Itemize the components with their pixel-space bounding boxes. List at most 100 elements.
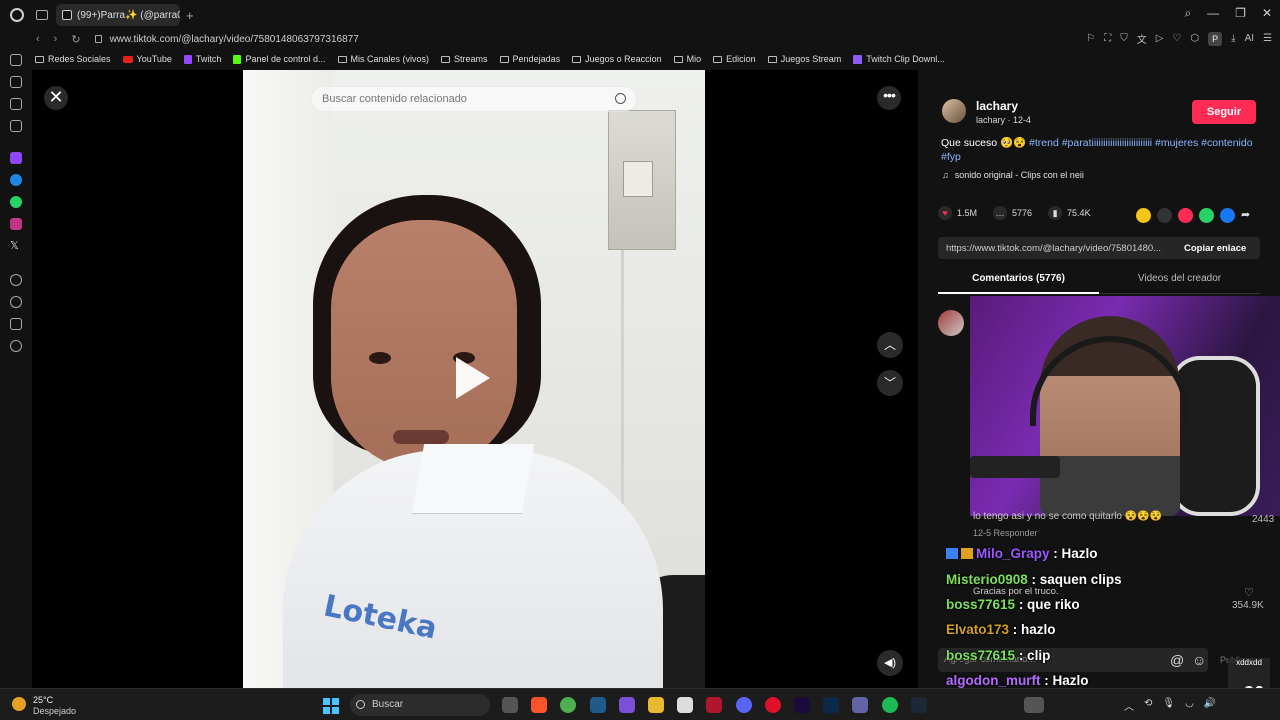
tab-creator-videos[interactable]: Videos del creador [1099, 268, 1260, 294]
new-tab-button[interactable]: + [186, 8, 194, 23]
wifi-icon[interactable]: ◡ [1185, 698, 1194, 713]
gx-control-icon[interactable] [10, 98, 22, 110]
bookmark-item[interactable]: Juegos o Reaccion [572, 54, 662, 64]
weather-temp[interactable]: 25°C [33, 695, 53, 705]
medal-icon[interactable] [706, 697, 722, 713]
opera-gx-icon[interactable] [765, 697, 781, 713]
premiere-icon[interactable] [794, 697, 810, 713]
profile-avatar[interactable]: P [1208, 31, 1223, 46]
close-window-button[interactable]: ✕ [1262, 6, 1272, 21]
file-explorer-icon[interactable] [648, 697, 664, 713]
bookmark-item[interactable]: Pendejadas [499, 54, 560, 64]
creator-avatar[interactable] [942, 99, 966, 123]
gx-corner-icon[interactable] [10, 120, 22, 132]
instagram-icon[interactable] [10, 218, 22, 230]
bookmark-item[interactable]: YouTube [122, 54, 172, 64]
snapshot-icon[interactable]: ⛶ [1104, 33, 1111, 44]
maximize-button[interactable]: ❐ [1235, 6, 1246, 21]
send-icon[interactable] [1178, 208, 1193, 223]
commenter-avatar[interactable] [938, 310, 964, 336]
save-stat[interactable]: ▮ 75.4K [1048, 206, 1091, 220]
chrome-icon[interactable] [560, 697, 576, 713]
copy-link-button[interactable]: Copiar enlace [1184, 243, 1246, 254]
history-icon[interactable] [10, 296, 22, 308]
bookmark-item[interactable]: Mis Canales (vivos) [337, 54, 429, 64]
player-icon[interactable]: ▷ [1156, 33, 1164, 44]
network-icon[interactable]: ⟲ [1144, 698, 1152, 713]
twitch-sidebar-icon[interactable] [10, 152, 22, 164]
bookmark-item[interactable]: Juegos Stream [767, 54, 841, 64]
settings-icon[interactable] [10, 340, 22, 352]
shield-icon[interactable]: ⛉ [1120, 33, 1128, 44]
start-button[interactable] [323, 698, 339, 714]
search-tabs-icon[interactable]: ⌕ [1184, 6, 1191, 21]
extensions-sidebar-icon[interactable] [10, 318, 22, 330]
bookmark-item[interactable]: Streams [441, 54, 488, 64]
minimize-button[interactable]: — [1207, 6, 1219, 21]
sound-link[interactable]: ♫ sonido original - Clips con el neii [942, 170, 1084, 180]
spotify-icon[interactable] [882, 697, 898, 713]
close-video-button[interactable]: ✕ [44, 86, 68, 110]
copilot-icon[interactable] [619, 697, 635, 713]
bookmark-item[interactable]: Mio [673, 54, 701, 64]
creator-username[interactable]: lachary [976, 99, 1018, 113]
opera-logo-icon[interactable] [10, 8, 24, 22]
steam-icon[interactable] [911, 697, 927, 713]
forward-button[interactable]: › [54, 33, 58, 46]
whatsapp-icon[interactable] [10, 196, 22, 208]
facebook-share-icon[interactable] [1220, 208, 1235, 223]
share-arrow-icon[interactable]: ➦ [1241, 208, 1256, 223]
tray-arrow-icon[interactable]: ︿ [1124, 698, 1134, 713]
share-emoji-icon[interactable] [1136, 208, 1151, 223]
comment-meta[interactable]: 12-5 Responder [973, 528, 1038, 538]
task-view-icon[interactable] [502, 697, 518, 713]
mic-icon[interactable]: 🎙 [1162, 698, 1175, 713]
messenger-icon[interactable] [10, 174, 22, 186]
aria-icon[interactable] [10, 54, 22, 66]
translate-icon[interactable]: 文 [1137, 31, 1147, 46]
vegas-icon[interactable] [590, 697, 606, 713]
tab-tiktok[interactable]: (99+)Parra✨ (@parra0f [56, 4, 180, 26]
comment-stat[interactable]: … 5776 [993, 206, 1032, 220]
discord-icon[interactable] [736, 697, 752, 713]
store-icon[interactable] [677, 697, 693, 713]
app-thumbnail-icon[interactable] [1024, 697, 1044, 713]
player-sidebar-icon[interactable] [10, 274, 22, 286]
volume-button[interactable]: ◀) [877, 650, 903, 676]
video-player[interactable]: Loteka Buscar contenido relacionado [243, 70, 705, 688]
like-stat[interactable]: ♥ 1.5M [938, 206, 977, 220]
more-options-button[interactable]: ••• [877, 86, 901, 110]
bookmark-item[interactable]: Edicion [713, 54, 756, 64]
lock-icon[interactable] [94, 35, 102, 43]
whatsapp-share-icon[interactable] [1199, 208, 1214, 223]
play-icon[interactable] [456, 357, 490, 399]
volume-icon[interactable]: 🔊 [1204, 698, 1216, 713]
extensions-icon[interactable]: ⬡ [1190, 33, 1199, 44]
photoshop-icon[interactable] [823, 697, 839, 713]
workspaces-icon[interactable] [36, 10, 48, 20]
bookmark-item[interactable]: Twitch [183, 54, 221, 64]
embed-icon[interactable] [1157, 208, 1172, 223]
previous-video-button[interactable]: ︿ [877, 332, 903, 358]
reload-button[interactable]: ↻ [71, 33, 80, 46]
emoji-icon[interactable]: ☺ [1192, 652, 1206, 668]
bookmark-item[interactable]: Redes Sociales [35, 54, 111, 64]
aria-ai-icon[interactable]: AI [1245, 33, 1254, 44]
taskbar-search[interactable]: Buscar [350, 694, 490, 716]
comment-heart-icon[interactable]: ♡ [1244, 586, 1254, 599]
brave-icon[interactable] [531, 697, 547, 713]
follow-button[interactable]: Seguir [1192, 100, 1256, 124]
teams-icon[interactable] [852, 697, 868, 713]
related-search-input[interactable]: Buscar contenido relacionado [311, 86, 637, 112]
bookmark-item[interactable]: Panel de control d... [233, 54, 326, 64]
back-button[interactable]: ‹ [36, 33, 40, 46]
search-icon[interactable] [615, 93, 626, 104]
x-twitter-icon[interactable]: 𝕏 [10, 240, 22, 252]
weather-condition[interactable]: Despejado [33, 706, 76, 716]
downloads-icon[interactable]: ⤓ [1231, 33, 1235, 44]
speed-dial-icon[interactable] [10, 76, 22, 88]
weather-moon-icon[interactable] [12, 697, 26, 711]
tab-comments[interactable]: Comentarios (5776) [938, 268, 1099, 294]
mention-icon[interactable]: @ [1170, 652, 1184, 668]
next-video-button[interactable]: ﹀ [877, 370, 903, 396]
